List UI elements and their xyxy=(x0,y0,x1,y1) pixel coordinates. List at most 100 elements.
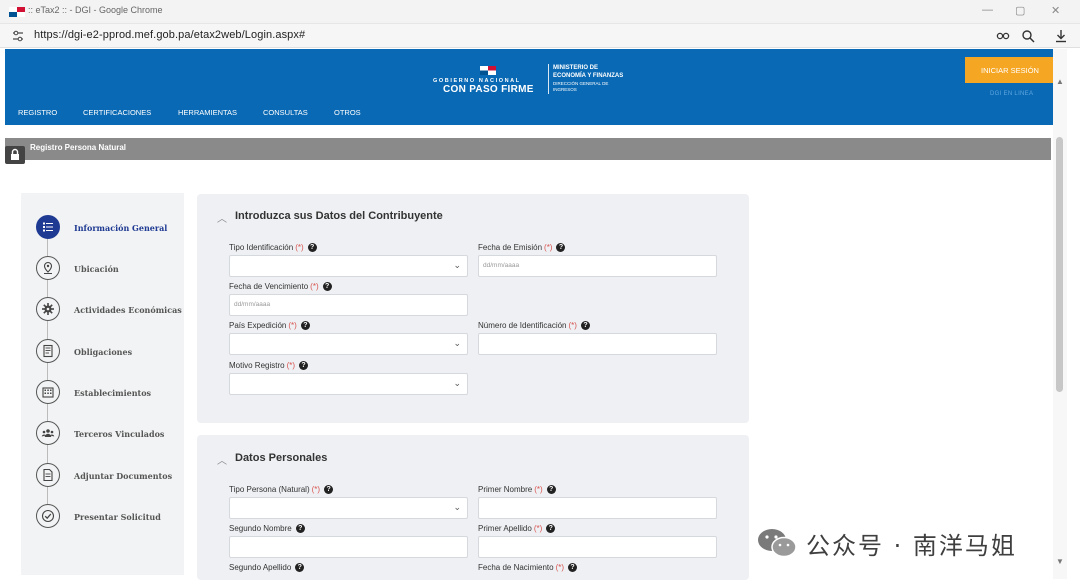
section-title: Registro Persona Natural xyxy=(30,143,127,152)
step-presentar-solicitud[interactable]: Presentar Solicitud xyxy=(36,504,196,528)
step-adjuntar-documentos[interactable]: Adjuntar Documentos xyxy=(36,463,196,487)
fecha-vencimiento-input[interactable]: dd/mm/aaaa xyxy=(229,294,468,316)
people-icon xyxy=(36,421,60,445)
building-icon xyxy=(36,380,60,404)
required-mark: (*) xyxy=(555,563,565,572)
segundo-apellido-field: Segundo Apellido? xyxy=(229,563,305,572)
help-icon[interactable]: ? xyxy=(568,563,578,572)
step-label: Terceros Vinculados xyxy=(74,429,165,439)
field-label: Motivo Registro xyxy=(229,361,285,370)
motivo-registro-field: Motivo Registro (*)? ⌄ xyxy=(229,361,468,395)
download-icon[interactable] xyxy=(1054,29,1068,43)
field-label: Segundo Nombre xyxy=(229,524,292,533)
required-mark: (*) xyxy=(286,361,296,370)
lock-icon[interactable] xyxy=(5,146,25,164)
page-scrollbar[interactable]: ▲ ▼ xyxy=(1053,49,1067,579)
nav-certificaciones[interactable]: CERTIFICACIONES xyxy=(83,108,151,117)
wechat-logo-icon xyxy=(758,529,797,558)
pais-expedicion-field: País Expedición (*)? ⌄ xyxy=(229,321,468,355)
required-mark: (*) xyxy=(311,485,321,494)
help-icon[interactable]: ? xyxy=(546,524,556,533)
step-actividades-economicas[interactable]: Actividades Económicas xyxy=(36,297,196,321)
gear-icon xyxy=(36,297,60,321)
field-label: Tipo Persona (Natural) xyxy=(229,485,310,494)
taxpayer-data-panel: ︿ Introduzca sus Datos del Contribuyente… xyxy=(197,194,749,423)
step-label: Adjuntar Documentos xyxy=(74,471,173,481)
help-icon[interactable]: ? xyxy=(295,563,305,572)
ministry-line-2: ECONOMÍA Y FINANZAS xyxy=(553,73,624,79)
zoom-icon[interactable] xyxy=(1021,29,1035,43)
collapse-chevron-icon[interactable]: ︿ xyxy=(217,210,227,225)
required-mark: (*) xyxy=(533,524,543,533)
help-icon[interactable]: ? xyxy=(322,282,332,291)
help-icon[interactable]: ? xyxy=(580,321,590,330)
site-settings-icon[interactable] xyxy=(12,30,24,42)
dgi-online-link[interactable]: DGI EN LINEA xyxy=(990,91,1033,97)
help-icon[interactable]: ? xyxy=(299,361,309,370)
tipo-identificacion-select[interactable]: ⌄ xyxy=(229,255,468,277)
field-label: Primer Nombre xyxy=(478,485,533,494)
personal-data-panel: ︿ Datos Personales Tipo Persona (Natural… xyxy=(197,435,749,580)
motivo-registro-select[interactable]: ⌄ xyxy=(229,373,468,395)
nav-consultas[interactable]: CONSULTAS xyxy=(263,108,308,117)
password-key-icon[interactable] xyxy=(996,29,1010,43)
con-paso-firme-text: CON PASO FIRME xyxy=(443,84,534,95)
section-bar: Registro Persona Natural xyxy=(5,138,1051,160)
field-label: País Expedición xyxy=(229,321,287,330)
numero-identificacion-input[interactable] xyxy=(478,333,717,355)
scroll-down-icon[interactable]: ▼ xyxy=(1056,557,1064,566)
panama-flag-icon xyxy=(9,7,25,17)
step-label: Presentar Solicitud xyxy=(74,512,161,522)
step-label: Ubicación xyxy=(74,264,119,274)
help-icon[interactable]: ? xyxy=(300,321,310,330)
tipo-persona-select[interactable]: ⌄ xyxy=(229,497,468,519)
help-icon[interactable]: ? xyxy=(307,243,317,252)
step-label: Actividades Económicas xyxy=(74,305,182,315)
field-label: Número de Identificación xyxy=(478,321,567,330)
nav-herramientas[interactable]: HERRAMIENTAS xyxy=(178,108,237,117)
required-mark: (*) xyxy=(310,282,319,291)
fecha-emision-input[interactable]: dd/mm/aaaa xyxy=(478,255,717,277)
list-icon xyxy=(36,215,60,239)
login-button[interactable]: INICIAR SESIÓN xyxy=(965,57,1055,83)
primer-nombre-field: Primer Nombre (*)? xyxy=(478,485,717,519)
step-terceros-vinculados[interactable]: Terceros Vinculados xyxy=(36,421,196,445)
scroll-up-icon[interactable]: ▲ xyxy=(1056,77,1064,86)
ministry-line-1: MINISTERIO DE xyxy=(553,65,599,71)
primer-apellido-input[interactable] xyxy=(478,536,717,558)
step-informacion-general[interactable]: Información General xyxy=(36,215,196,239)
help-icon[interactable]: ? xyxy=(556,243,566,252)
panama-flag-icon xyxy=(480,66,496,75)
step-obligaciones[interactable]: Obligaciones xyxy=(36,339,196,363)
collapse-chevron-icon[interactable]: ︿ xyxy=(217,452,227,467)
required-mark: (*) xyxy=(544,243,553,252)
location-pin-icon xyxy=(36,256,60,280)
pais-expedicion-select[interactable]: ⌄ xyxy=(229,333,468,355)
restore-button[interactable]: ▢ xyxy=(1015,4,1025,17)
field-label: Fecha de Nacimiento xyxy=(478,563,554,572)
minimize-button[interactable]: — xyxy=(982,4,993,16)
nav-registro[interactable]: REGISTRO xyxy=(18,108,57,117)
url-field[interactable]: https://dgi-e2-pprod.mef.gob.pa/etax2web… xyxy=(34,29,305,41)
scroll-thumb[interactable] xyxy=(1056,137,1063,392)
tipo-persona-field: Tipo Persona (Natural) (*)? ⌄ xyxy=(229,485,468,519)
chevron-down-icon: ⌄ xyxy=(453,260,461,270)
help-icon[interactable]: ? xyxy=(546,485,556,494)
segundo-nombre-input[interactable] xyxy=(229,536,468,558)
primer-apellido-field: Primer Apellido (*)? xyxy=(478,524,717,558)
step-label: Establecimientos xyxy=(74,388,152,398)
help-icon[interactable]: ? xyxy=(324,485,334,494)
nav-otros[interactable]: OTROS xyxy=(334,108,361,117)
step-ubicacion[interactable]: Ubicación xyxy=(36,256,196,280)
help-icon[interactable]: ? xyxy=(295,524,305,533)
step-label: Información General xyxy=(74,223,168,233)
panel-title: Introduzca sus Datos del Contribuyente xyxy=(235,210,443,222)
tipo-identificacion-field: Tipo Identificación (*)? ⌄ xyxy=(229,243,468,277)
chevron-down-icon: ⌄ xyxy=(453,378,461,388)
primer-nombre-input[interactable] xyxy=(478,497,717,519)
field-label: Primer Apellido xyxy=(478,524,532,533)
close-window-button[interactable]: ✕ xyxy=(1051,4,1060,17)
step-establecimientos[interactable]: Establecimientos xyxy=(36,380,196,404)
field-label: Segundo Apellido xyxy=(229,563,292,572)
wechat-watermark: 公众号 · 南洋马姐 xyxy=(756,525,1017,561)
